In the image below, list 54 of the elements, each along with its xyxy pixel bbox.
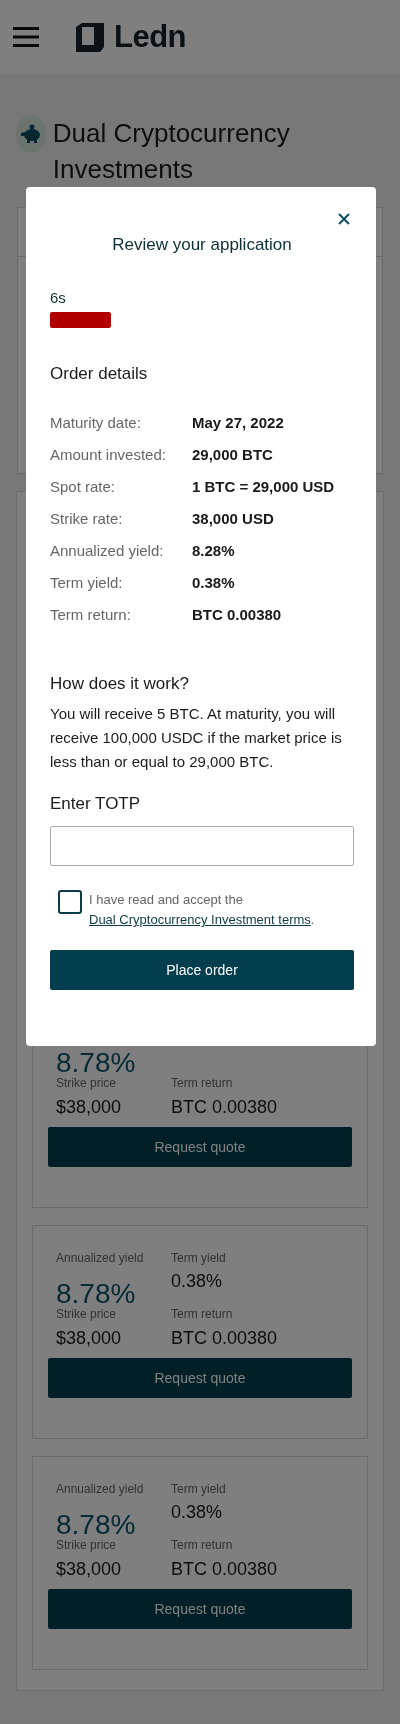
detail-value: 1 BTC = 29,000 USD xyxy=(192,477,335,495)
strike-price-label: Strike price xyxy=(56,1075,118,1091)
strike-price-value: $38,000 xyxy=(56,1558,123,1581)
annualized-yield-label: Annualized yield xyxy=(56,1481,145,1497)
detail-label: Strike rate: xyxy=(50,509,124,527)
term-return-label: Term return xyxy=(171,1537,234,1553)
term-yield-label: Term yield xyxy=(171,1250,227,1266)
terms-link[interactable]: Dual Cryptocurrency Investment terms xyxy=(89,912,311,927)
detail-label: Maturity date: xyxy=(50,413,142,431)
strike-price-label: Strike price xyxy=(56,1537,118,1553)
detail-label: Term return: xyxy=(50,605,132,623)
how-it-works-text: You will receive 5 BTC. At maturity, you will receive 100,000 USDC if the market price is less than or equal to 29,000 BTC. xyxy=(50,704,343,772)
detail-value: 29,000 BTC xyxy=(192,445,273,463)
strike-price-value: $38,000 xyxy=(56,1096,123,1119)
request-quote-button[interactable]: Request quote xyxy=(48,1358,352,1398)
strike-price-value: $38,000 xyxy=(56,1327,123,1350)
term-return-value: BTC 0.00380 xyxy=(171,1096,279,1119)
countdown-bar xyxy=(50,312,111,328)
brand-name: Ledn xyxy=(114,18,187,55)
term-return-label: Term return xyxy=(171,1306,234,1322)
annualized-yield-value: 8.78% xyxy=(56,1280,137,1306)
term-return-label: Term return xyxy=(171,1075,234,1091)
modal-title: Review your application xyxy=(111,235,293,255)
totp-label: Enter TOTP xyxy=(50,794,142,814)
detail-value: 0.38% xyxy=(192,573,235,591)
detail-label: Spot rate: xyxy=(50,477,117,495)
annualized-yield-value: 8.78% xyxy=(56,1511,137,1537)
menu-icon[interactable] xyxy=(13,24,39,49)
request-quote-button[interactable]: Request quote xyxy=(48,1127,352,1167)
annualized-yield-value: 8.78% xyxy=(56,1049,137,1075)
term-return-value: BTC 0.00380 xyxy=(171,1558,279,1581)
terms-text: I have read and accept the Dual Cryptocurrency Investment terms. xyxy=(89,891,316,929)
annualized-yield-label: Annualized yield xyxy=(56,1250,145,1266)
terms-checkbox[interactable] xyxy=(58,890,82,914)
piggy-bank-icon xyxy=(16,115,46,153)
countdown-text: 6s xyxy=(50,289,67,306)
order-details-heading: Order details xyxy=(50,364,149,384)
detail-value: 38,000 USD xyxy=(192,509,274,527)
detail-label: Amount invested: xyxy=(50,445,167,463)
term-yield-value: 0.38% xyxy=(171,1501,224,1524)
detail-value: 8.28% xyxy=(192,541,235,559)
request-quote-button[interactable]: Request quote xyxy=(48,1589,352,1629)
totp-input-field[interactable] xyxy=(50,826,354,866)
how-it-works-heading: How does it work? xyxy=(50,674,190,694)
term-return-value: BTC 0.00380 xyxy=(171,1327,279,1350)
place-order-button[interactable]: Place order xyxy=(50,950,354,990)
detail-value: May 27, 2022 xyxy=(192,413,284,431)
detail-label: Annualized yield: xyxy=(50,541,165,559)
term-yield-value: 0.38% xyxy=(171,1270,224,1293)
term-yield-label: Term yield xyxy=(171,1481,227,1497)
page-title: Dual Cryptocurrency Investments xyxy=(52,117,291,186)
detail-label: Term yield: xyxy=(50,573,124,591)
strike-price-label: Strike price xyxy=(56,1306,118,1322)
detail-value: BTC 0.00380 xyxy=(192,605,282,623)
